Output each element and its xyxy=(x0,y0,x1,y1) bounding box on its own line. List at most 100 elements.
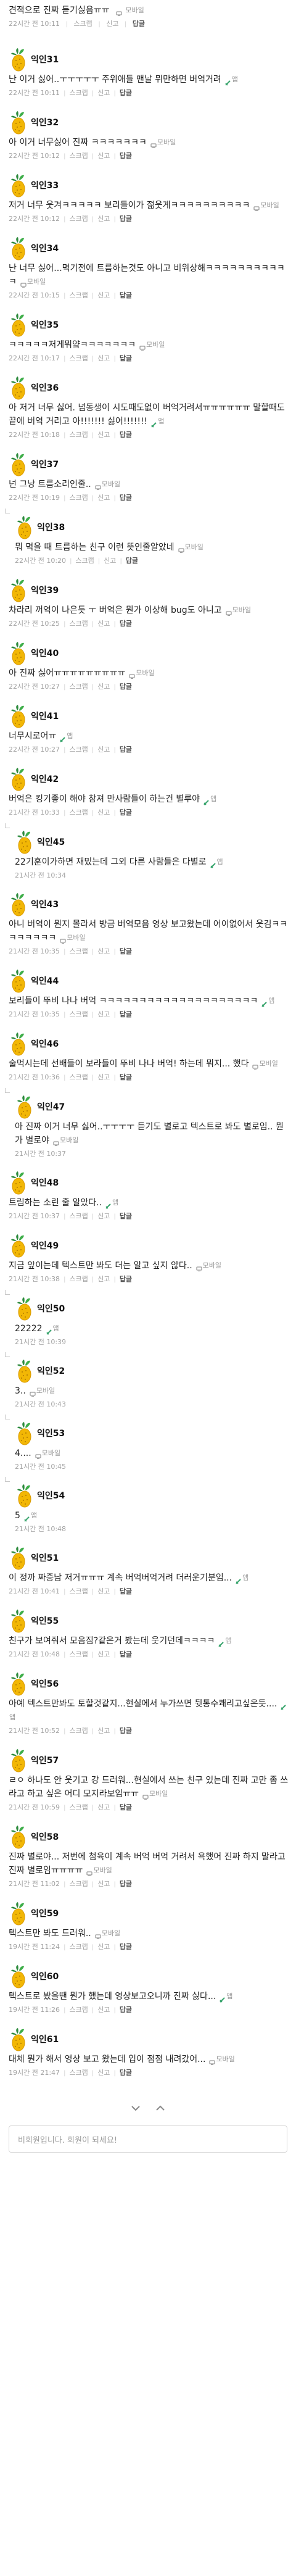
comment-nickname[interactable]: 익인60 xyxy=(31,1970,59,1982)
report-link[interactable]: 신고 xyxy=(97,1943,110,1951)
scrap-link[interactable]: 스크랩 xyxy=(69,494,88,502)
reply-link[interactable]: 답글 xyxy=(133,20,145,28)
report-link[interactable]: 신고 xyxy=(97,1073,110,1081)
comment-nickname[interactable]: 익인33 xyxy=(31,179,59,191)
reply-link[interactable]: 답글 xyxy=(120,620,132,628)
comment-nickname[interactable]: 익인53 xyxy=(37,1427,65,1439)
scrap-link[interactable]: 스크랩 xyxy=(69,683,88,691)
reply-link[interactable]: 답글 xyxy=(120,215,132,223)
report-link[interactable]: 신고 xyxy=(97,1010,110,1018)
scrap-link[interactable]: 스크랩 xyxy=(69,89,88,97)
report-link[interactable]: 신고 xyxy=(97,291,110,299)
reply-link[interactable]: 답글 xyxy=(120,1275,132,1283)
report-link[interactable]: 신고 xyxy=(97,808,110,816)
comment-nickname[interactable]: 익인40 xyxy=(31,647,59,659)
scrap-link[interactable]: 스크랩 xyxy=(69,1943,88,1951)
comment-input[interactable]: 비회원입니다. 회원이 되세요! xyxy=(9,2125,287,2153)
report-link[interactable]: 신고 xyxy=(97,89,110,97)
comment-nickname[interactable]: 익인41 xyxy=(31,710,59,722)
scrap-link[interactable]: 스크랩 xyxy=(69,808,88,816)
reply-link[interactable]: 답글 xyxy=(120,1727,132,1735)
reply-link[interactable]: 답글 xyxy=(120,1073,132,1081)
comment-nickname[interactable]: 익인37 xyxy=(31,458,59,470)
comment-nickname[interactable]: 익인43 xyxy=(31,898,59,910)
scrap-link[interactable]: 스크랩 xyxy=(69,431,88,439)
reply-link[interactable]: 답글 xyxy=(120,494,132,502)
chevron-down-icon[interactable] xyxy=(128,2102,143,2114)
comment-nickname[interactable]: 익인42 xyxy=(31,773,59,785)
scrap-link[interactable]: 스크랩 xyxy=(69,620,88,628)
report-link[interactable]: 신고 xyxy=(97,746,110,754)
report-link[interactable]: 신고 xyxy=(97,431,110,439)
chevron-up-icon[interactable] xyxy=(153,2102,168,2114)
comment-nickname[interactable]: 익인49 xyxy=(31,1239,59,1252)
comment-nickname[interactable]: 익인56 xyxy=(31,1677,59,1690)
reply-link[interactable]: 답글 xyxy=(120,1650,132,1658)
reply-link[interactable]: 답글 xyxy=(120,1803,132,1811)
scrap-link[interactable]: 스크랩 xyxy=(69,1803,88,1811)
report-link[interactable]: 신고 xyxy=(97,620,110,628)
comment-nickname[interactable]: 익인31 xyxy=(31,53,59,65)
reply-link[interactable]: 답글 xyxy=(120,1010,132,1018)
scrap-link[interactable]: 스크랩 xyxy=(69,291,88,299)
reply-link[interactable]: 답글 xyxy=(120,354,132,362)
report-link[interactable]: 신고 xyxy=(97,152,110,160)
report-link[interactable]: 신고 xyxy=(97,215,110,223)
reply-link[interactable]: 답글 xyxy=(120,746,132,754)
comment-nickname[interactable]: 익인57 xyxy=(31,1754,59,1766)
report-link[interactable]: 신고 xyxy=(97,1650,110,1658)
report-link[interactable]: 신고 xyxy=(97,947,110,955)
comment-nickname[interactable]: 익인54 xyxy=(37,1489,65,1502)
reply-link[interactable]: 답글 xyxy=(120,947,132,955)
reply-link[interactable]: 답글 xyxy=(120,431,132,439)
reply-link[interactable]: 답글 xyxy=(120,152,132,160)
report-link[interactable]: 신고 xyxy=(97,494,110,502)
reply-link[interactable]: 답글 xyxy=(120,89,132,97)
scrap-link[interactable]: 스크랩 xyxy=(69,2069,88,2077)
report-link[interactable]: 신고 xyxy=(97,2006,110,2014)
scrap-link[interactable]: 스크랩 xyxy=(69,354,88,362)
reply-link[interactable]: 답글 xyxy=(120,808,132,816)
comment-nickname[interactable]: 익인59 xyxy=(31,1907,59,1919)
scrap-link[interactable]: 스크랩 xyxy=(69,1010,88,1018)
comment-nickname[interactable]: 익인51 xyxy=(31,1552,59,1564)
report-link[interactable]: 신고 xyxy=(97,1803,110,1811)
comment-nickname[interactable]: 익인38 xyxy=(37,521,65,533)
comment-nickname[interactable]: 익인36 xyxy=(31,381,59,394)
scrap-link[interactable]: 스크랩 xyxy=(69,2006,88,2014)
report-link[interactable]: 신고 xyxy=(97,1275,110,1283)
comment-nickname[interactable]: 익인52 xyxy=(37,1365,65,1377)
comment-nickname[interactable]: 익인34 xyxy=(31,242,59,254)
report-link[interactable]: 신고 xyxy=(97,354,110,362)
comment-nickname[interactable]: 익인35 xyxy=(31,318,59,331)
report-link[interactable]: 신고 xyxy=(97,2069,110,2077)
comment-nickname[interactable]: 익인61 xyxy=(31,2033,59,2045)
comment-nickname[interactable]: 익인55 xyxy=(31,1614,59,1627)
scrap-link[interactable]: 스크랩 xyxy=(69,947,88,955)
comment-nickname[interactable]: 익인45 xyxy=(37,836,65,848)
reply-link[interactable]: 답글 xyxy=(120,291,132,299)
scrap-link[interactable]: 스크랩 xyxy=(73,20,92,28)
report-link[interactable]: 신고 xyxy=(97,1587,110,1595)
comment-nickname[interactable]: 익인50 xyxy=(37,1302,65,1315)
reply-link[interactable]: 답글 xyxy=(120,1587,132,1595)
scrap-link[interactable]: 스크랩 xyxy=(69,215,88,223)
scrap-link[interactable]: 스크랩 xyxy=(69,1650,88,1658)
reply-link[interactable]: 답글 xyxy=(120,1943,132,1951)
scrap-link[interactable]: 스크랩 xyxy=(69,1587,88,1595)
report-link[interactable]: 신고 xyxy=(97,1880,110,1888)
scrap-link[interactable]: 스크랩 xyxy=(75,557,94,565)
reply-link[interactable]: 답글 xyxy=(120,1212,132,1220)
report-link[interactable]: 신고 xyxy=(104,557,116,565)
comment-nickname[interactable]: 익인32 xyxy=(31,116,59,128)
reply-link[interactable]: 답글 xyxy=(120,1880,132,1888)
scrap-link[interactable]: 스크랩 xyxy=(69,1727,88,1735)
scrap-link[interactable]: 스크랩 xyxy=(69,1880,88,1888)
comment-nickname[interactable]: 익인58 xyxy=(31,1830,59,1843)
comment-nickname[interactable]: 익인47 xyxy=(37,1100,65,1113)
comment-nickname[interactable]: 익인48 xyxy=(31,1176,59,1189)
comment-nickname[interactable]: 익인44 xyxy=(31,974,59,987)
scrap-link[interactable]: 스크랩 xyxy=(69,1073,88,1081)
report-link[interactable]: 신고 xyxy=(106,20,118,28)
reply-link[interactable]: 답글 xyxy=(126,557,138,565)
